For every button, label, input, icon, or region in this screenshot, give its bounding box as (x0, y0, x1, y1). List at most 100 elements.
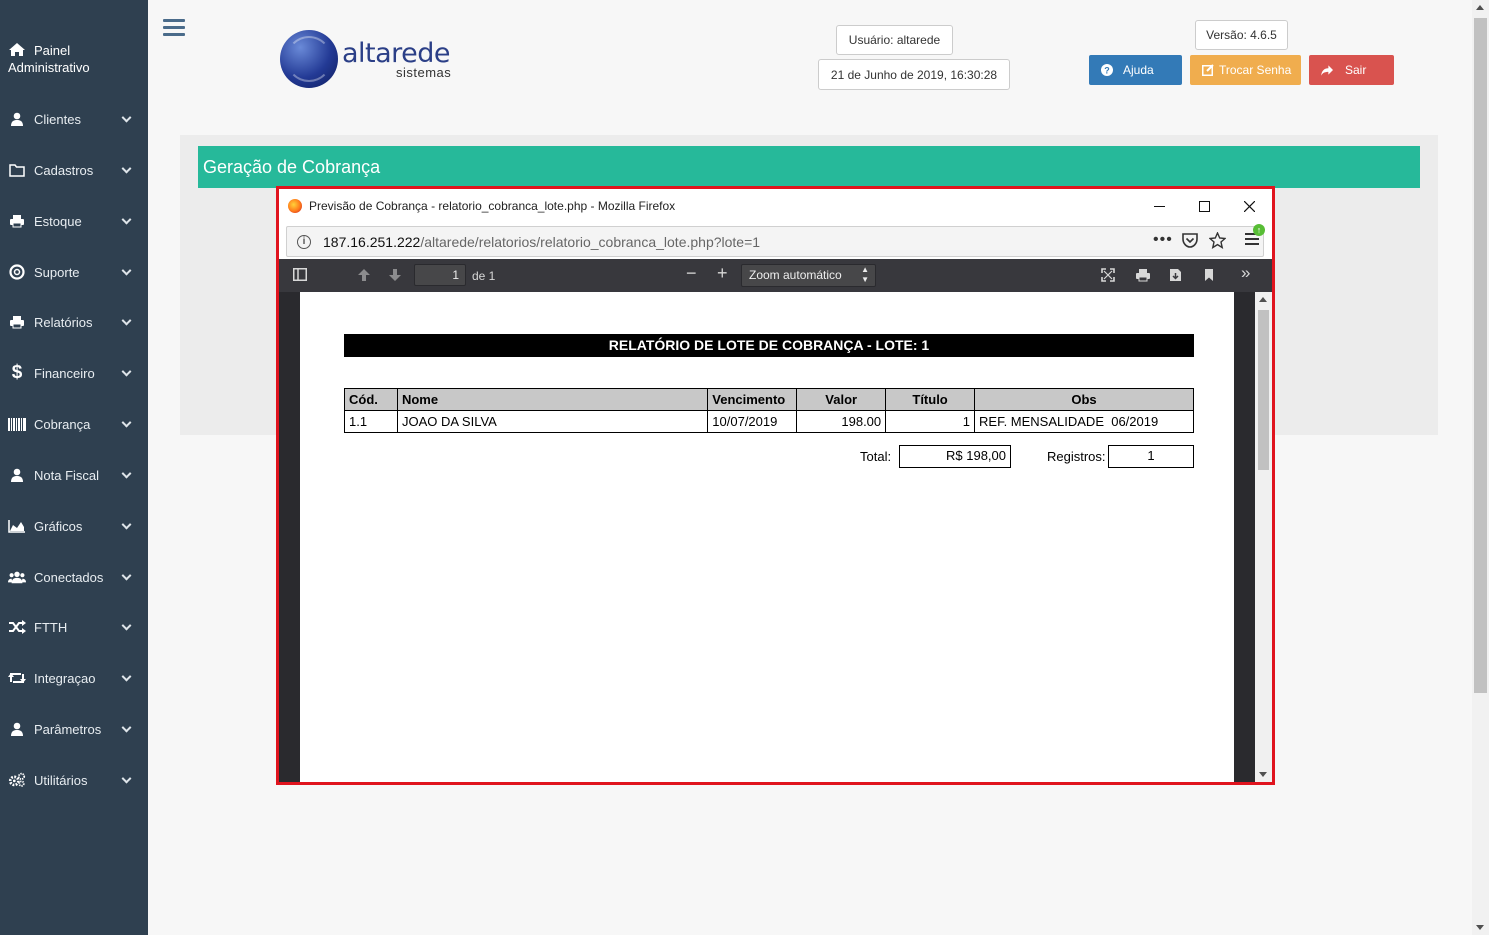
sidebar-item-financeiro[interactable]: $ Financeiro (0, 353, 148, 393)
sidebar-item-utilitarios[interactable]: Utilitários (0, 760, 148, 800)
close-button[interactable] (1226, 189, 1272, 223)
chevron-down-icon (121, 722, 132, 733)
sidebar-item-parametros[interactable]: Parâmetros (0, 709, 148, 749)
sidebar-item-label: FTTH (34, 619, 68, 635)
update-badge-icon: ↑ (1253, 224, 1265, 236)
question-circle-icon: ? (1101, 64, 1113, 76)
sidebar-item-nota-fiscal[interactable]: Nota Fiscal (0, 455, 148, 495)
chevron-down-icon (121, 773, 132, 784)
download-icon[interactable] (1169, 268, 1182, 284)
report-table: Cód. Nome Vencimento Valor Título Obs 1.… (344, 388, 1194, 433)
hamburger-menu-icon[interactable]: ↑ (1245, 224, 1265, 247)
page-number-input[interactable]: 1 (414, 264, 466, 286)
presentation-mode-icon[interactable] (1101, 268, 1115, 284)
version-badge: Versão: 4.6.5 (1195, 20, 1288, 50)
column-header-cod: Cód. (344, 388, 398, 411)
table-row: 1.1 JOAO DA SILVA 10/07/2019 198.00 1 RE… (344, 410, 1194, 433)
change-password-button[interactable]: Trocar Senha (1190, 55, 1301, 85)
sidebar-item-suporte[interactable]: Suporte (0, 252, 148, 292)
pdf-viewer: RELATÓRIO DE LOTE DE COBRANÇA - LOTE: 1 … (279, 292, 1272, 782)
sidebar-header[interactable]: Painel Administrativo (8, 42, 138, 76)
pdf-scrollbar[interactable] (1255, 292, 1272, 782)
dollar-icon: $ (11, 362, 23, 383)
hamburger-bar (163, 33, 185, 36)
table-header-row: Cód. Nome Vencimento Valor Título Obs (344, 388, 1194, 411)
bookmark-icon[interactable] (1204, 268, 1214, 284)
sidebar-item-ftth[interactable]: FTTH (0, 607, 148, 647)
maximize-button[interactable] (1181, 189, 1227, 223)
sidebar-item-integracao[interactable]: Integraçao (0, 658, 148, 698)
sidebar-item-graficos[interactable]: Gráficos (0, 506, 148, 546)
registros-label: Registros: (1047, 449, 1106, 464)
chevron-down-icon (121, 265, 132, 276)
chevron-down-icon (121, 671, 132, 682)
page-title: Geração de Cobrança (198, 146, 1420, 188)
zoom-out-icon[interactable]: − (686, 264, 697, 282)
sidebar-item-label: Utilitários (34, 772, 88, 788)
user-icon (8, 721, 26, 737)
sidebar-item-label: Conectados (34, 569, 104, 585)
maximize-icon (1198, 200, 1210, 212)
lifebuoy-icon (8, 264, 26, 280)
folder-icon (8, 162, 26, 178)
user-badge: Usuário: altarede (836, 25, 953, 55)
logout-label: Sair (1345, 63, 1367, 77)
select-arrows-icon: ▲ ▼ (861, 265, 869, 284)
scroll-down-icon[interactable] (1476, 925, 1484, 930)
cell-nome: JOAO DA SILVA (396, 410, 709, 433)
sidebar-item-cobranca[interactable]: Cobrança (0, 404, 148, 444)
pocket-icon[interactable] (1182, 233, 1198, 251)
pdf-scrollbar-thumb[interactable] (1258, 310, 1269, 470)
random-icon (8, 619, 26, 635)
page-scrollbar[interactable] (1472, 0, 1489, 935)
user-icon (8, 467, 26, 483)
address-bar[interactable]: i 187.16.251.222/altarede/relatorios/rel… (286, 226, 1264, 257)
chevron-down-icon (121, 366, 132, 377)
cell-titulo: 1 (885, 410, 976, 433)
tools-chevron-icon[interactable]: » (1241, 264, 1250, 281)
close-icon (1243, 200, 1255, 212)
column-header-nome: Nome (396, 388, 709, 411)
total-value: R$ 198,00 (899, 445, 1011, 468)
home-icon (8, 42, 26, 61)
barcode-icon (8, 416, 26, 432)
chevron-down-icon (121, 417, 132, 428)
zoom-in-icon[interactable]: + (717, 264, 728, 282)
scroll-down-icon[interactable] (1259, 772, 1267, 777)
info-icon[interactable]: i (297, 234, 311, 249)
print-icon (8, 314, 26, 330)
sidebar-header-line2: Administrativo (8, 60, 90, 75)
column-header-vencimento: Vencimento (707, 388, 798, 411)
cell-vencimento: 10/07/2019 (707, 410, 798, 433)
previous-page-icon[interactable] (357, 268, 371, 284)
sidebar-item-label: Suporte (34, 264, 80, 280)
sidebar-item-label: Parâmetros (34, 721, 102, 737)
logout-button[interactable]: Sair (1309, 55, 1394, 85)
total-label: Total: (860, 449, 892, 464)
next-page-icon[interactable] (388, 268, 402, 284)
scroll-up-icon[interactable] (1476, 5, 1484, 10)
window-titlebar[interactable]: Previsão de Cobrança - relatorio_cobranc… (279, 189, 1272, 223)
change-password-label: Trocar Senha (1219, 63, 1292, 77)
page-scrollbar-thumb[interactable] (1474, 18, 1487, 693)
print-icon[interactable] (1135, 268, 1151, 284)
sidebar-item-estoque[interactable]: Estoque (0, 201, 148, 241)
sidebar-item-label: Financeiro (34, 365, 95, 381)
sidebar-item-relatorios[interactable]: Relatórios (0, 302, 148, 342)
zoom-select[interactable]: Zoom automático ▲ ▼ (741, 264, 876, 287)
cell-valor: 198.00 (796, 410, 887, 433)
minimize-button[interactable] (1136, 189, 1182, 223)
sidebar-item-conectados[interactable]: Conectados (0, 557, 148, 597)
menu-toggle-button[interactable] (163, 19, 185, 37)
retweet-icon (8, 670, 26, 686)
sidebar-toggle-icon[interactable] (293, 268, 307, 283)
user-icon (8, 111, 26, 127)
sidebar-item-clientes[interactable]: Clientes (0, 99, 148, 139)
sidebar-item-label: Cobrança (34, 416, 91, 432)
share-icon (1321, 64, 1333, 76)
bookmark-star-icon[interactable] (1208, 231, 1227, 252)
help-button[interactable]: ? Ajuda (1089, 55, 1182, 85)
scroll-up-icon[interactable] (1259, 297, 1267, 302)
page-actions-icon[interactable]: ••• (1153, 231, 1173, 249)
sidebar-item-cadastros[interactable]: Cadastros (0, 150, 148, 190)
